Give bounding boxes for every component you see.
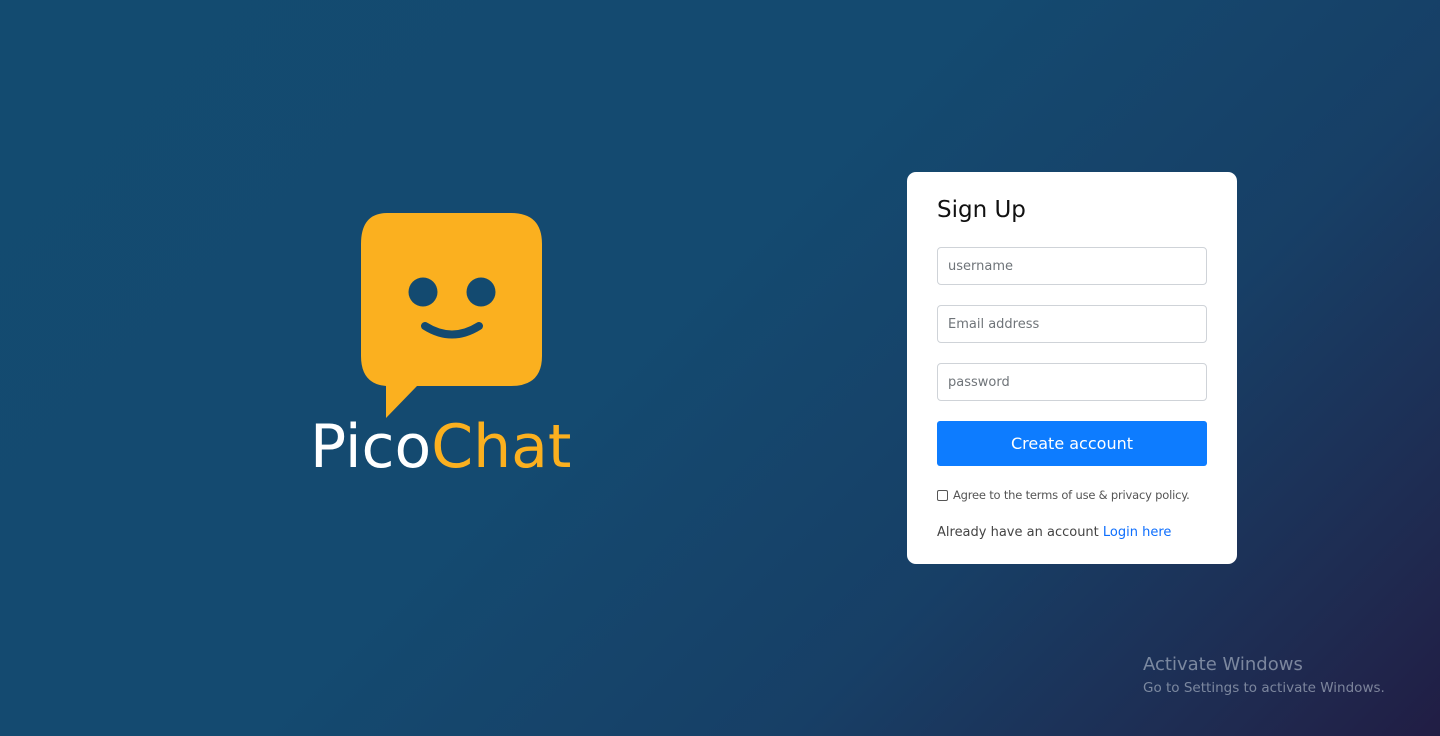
login-prompt: Already have an account Login here bbox=[937, 525, 1207, 540]
login-prompt-text: Already have an account bbox=[937, 525, 1099, 540]
password-input[interactable] bbox=[937, 363, 1207, 401]
brand-name-chat: Chat bbox=[431, 412, 572, 482]
brand-logo: PicoChat bbox=[300, 205, 610, 495]
terms-checkbox[interactable] bbox=[937, 489, 948, 501]
watermark-subtitle: Go to Settings to activate Windows. bbox=[1143, 680, 1385, 696]
terms-label: Agree to the terms of use & privacy poli… bbox=[953, 488, 1190, 502]
brand-name: PicoChat bbox=[310, 417, 571, 477]
signup-card: Sign Up Create account Agree to the term… bbox=[907, 172, 1237, 564]
watermark-title: Activate Windows bbox=[1143, 654, 1303, 675]
smiling-chat-bubble-icon bbox=[361, 213, 542, 418]
brand-name-pico: Pico bbox=[310, 412, 432, 482]
windows-activation-watermark: Activate Windows Go to Settings to activ… bbox=[1143, 654, 1385, 698]
email-input[interactable] bbox=[937, 305, 1207, 343]
signup-title: Sign Up bbox=[937, 197, 1026, 223]
create-account-button[interactable]: Create account bbox=[937, 421, 1207, 466]
terms-row: Agree to the terms of use & privacy poli… bbox=[937, 487, 1207, 503]
login-link[interactable]: Login here bbox=[1103, 525, 1172, 540]
username-input[interactable] bbox=[937, 247, 1207, 285]
